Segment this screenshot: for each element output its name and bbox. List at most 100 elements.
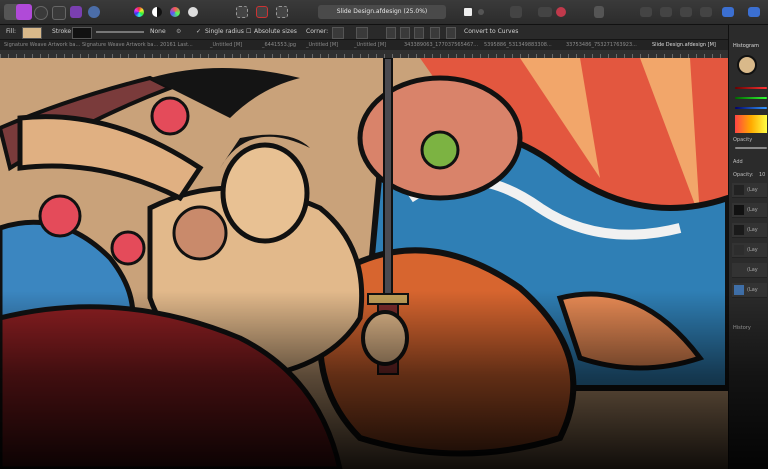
flip-icon[interactable] — [700, 7, 712, 17]
single-radius-label: Single radius — [205, 28, 244, 35]
histogram-tab[interactable]: Histogram — [733, 43, 759, 49]
artwork — [0, 58, 728, 469]
snapping-icon[interactable] — [510, 6, 522, 18]
layer-row[interactable]: (Lay — [732, 263, 767, 278]
single-radius-checkbox[interactable]: ✓ — [196, 25, 201, 39]
layer-name: (Lay — [747, 227, 758, 233]
path-tool-2-icon[interactable] — [400, 27, 410, 39]
fill-label: Fill: — [6, 28, 17, 35]
main-toolbar: Slide Design.afdesign (25.0%) — [0, 0, 768, 25]
opacity-slider[interactable] — [735, 147, 767, 149]
tattoo-peony — [172, 205, 228, 261]
layer-name: (Lay — [747, 207, 758, 213]
export-persona-icon[interactable] — [52, 6, 66, 20]
studio-panel: Histogram Opacity Add Opacity: 10 (Lay (… — [728, 25, 768, 469]
layer-thumbnail — [734, 205, 744, 215]
layer-thumbnail — [734, 245, 744, 255]
document-title[interactable]: Slide Design.afdesign (25.0%) — [318, 5, 446, 19]
layer-thumbnail — [734, 185, 744, 195]
layer-name: (Lay — [747, 287, 758, 293]
blue-slider[interactable] — [735, 107, 767, 109]
stroke-swatch[interactable] — [72, 27, 92, 39]
chevron-down-icon[interactable] — [478, 9, 484, 15]
tab-5[interactable]: _6441553.jpg — [262, 40, 296, 50]
tab-10[interactable]: 33753486_753271763923... — [566, 40, 637, 50]
color-wheel-icon[interactable] — [134, 7, 144, 17]
katana-blade — [383, 58, 393, 299]
red-slider[interactable] — [735, 87, 767, 89]
flower-2 — [38, 194, 82, 238]
insert-icon[interactable] — [538, 7, 552, 17]
path-tool-1-icon[interactable] — [386, 27, 396, 39]
path-tool-5-icon[interactable] — [446, 27, 456, 39]
add-button[interactable]: Add — [733, 159, 743, 165]
pixel-persona-icon[interactable] — [34, 6, 48, 20]
flower-3 — [110, 230, 146, 266]
horizontal-ruler — [0, 50, 728, 58]
corner-type-select[interactable] — [332, 27, 344, 39]
deselect-icon[interactable] — [256, 6, 268, 18]
layer-row[interactable]: (Lay — [732, 203, 767, 218]
samurai-fist — [361, 310, 409, 366]
tab-6[interactable]: _Untitled [M] — [306, 40, 338, 50]
path-tool-3-icon[interactable] — [414, 27, 424, 39]
corner-radius-field[interactable] — [356, 27, 368, 39]
assistant-icon[interactable] — [748, 7, 760, 17]
levels-icon[interactable] — [188, 7, 198, 17]
tab-1[interactable]: Signature Weave Artwork ba... — [4, 40, 80, 50]
color-balance-icon[interactable] — [170, 7, 180, 17]
layout-icon[interactable] — [70, 6, 82, 18]
brightness-icon[interactable] — [152, 7, 162, 17]
tab-3[interactable]: 20161 Last... — [160, 40, 193, 50]
tab-9[interactable]: 5395886_531349883308... — [484, 40, 552, 50]
studio-toggle-icon[interactable] — [722, 7, 734, 17]
corner-label: Corner: — [306, 28, 329, 35]
tab-2[interactable]: Signature Weave Artwork ba... — [82, 40, 158, 50]
absolute-sizes-checkbox[interactable]: ☐ — [246, 25, 251, 39]
text-wrap-icon[interactable] — [594, 6, 604, 18]
layer-thumbnail — [734, 285, 744, 295]
lotus-seedpod — [420, 130, 460, 170]
layer-name: (Lay — [747, 267, 758, 273]
view-mode-icon[interactable] — [462, 6, 474, 18]
designer-persona-icon[interactable] — [16, 4, 32, 20]
arrange-icon[interactable] — [640, 7, 652, 17]
context-toolbar: Fill: Stroke None ⚙ ✓ Single radius ☐ Ab… — [0, 25, 728, 40]
tab-8[interactable]: 343389063_177037565467... — [404, 40, 478, 50]
stroke-width-slider[interactable] — [96, 31, 144, 33]
align-icon[interactable] — [660, 7, 672, 17]
katana-guard — [367, 293, 409, 305]
history-tab[interactable]: History — [733, 325, 751, 331]
selection-icon[interactable] — [236, 6, 248, 18]
distribute-icon[interactable] — [680, 7, 692, 17]
layer-name: (Lay — [747, 247, 758, 253]
layer-thumbnail — [734, 225, 744, 235]
tab-7[interactable]: _Untitled [M] — [354, 40, 386, 50]
layer-opacity-label: Opacity: — [733, 172, 754, 178]
stroke-style[interactable]: None — [150, 25, 166, 39]
layer-row[interactable]: (Lay — [732, 223, 767, 238]
layer-row[interactable]: (Lay — [732, 183, 767, 198]
flower-1 — [150, 96, 190, 136]
gear-icon[interactable]: ⚙ — [176, 25, 181, 39]
layer-thumbnail — [734, 265, 744, 275]
layer-row[interactable]: (Lay — [732, 283, 767, 298]
color-spectrum[interactable] — [735, 115, 767, 133]
invert-selection-icon[interactable] — [276, 6, 288, 18]
opacity-label: Opacity — [733, 137, 753, 143]
layer-opacity-value[interactable]: 10 — [759, 172, 765, 178]
share-icon[interactable] — [88, 6, 100, 18]
path-tool-4-icon[interactable] — [430, 27, 440, 39]
stroke-label: Stroke — [52, 28, 72, 35]
tab-4[interactable]: _Untitled [M] — [210, 40, 242, 50]
tab-active[interactable]: Slide Design.afdesign [M] — [652, 40, 716, 50]
layer-name: (Lay — [747, 187, 758, 193]
absolute-sizes-label: Absolute sizes — [254, 28, 297, 35]
fill-swatch[interactable] — [22, 27, 42, 39]
fill-color-well[interactable] — [737, 55, 757, 75]
layer-row[interactable]: (Lay — [732, 243, 767, 258]
magnet-icon[interactable] — [556, 7, 566, 17]
convert-to-curves-button[interactable]: Convert to Curves — [464, 25, 518, 39]
canvas[interactable] — [0, 58, 728, 469]
green-slider[interactable] — [735, 97, 767, 99]
